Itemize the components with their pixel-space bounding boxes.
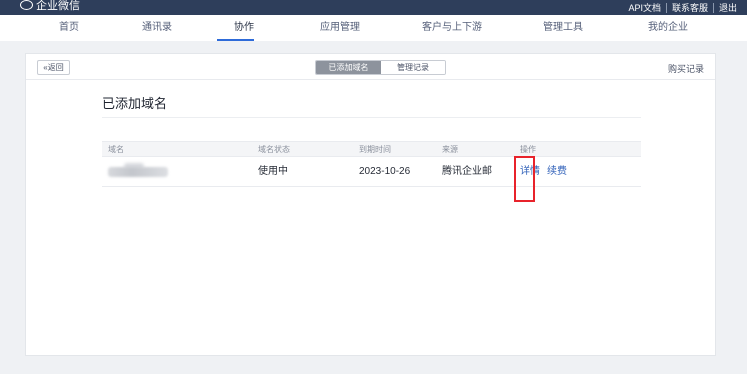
nav-item-app-management[interactable]: 应用管理: [320, 15, 360, 41]
top-links: API文档 联系客服 退出: [623, 0, 742, 15]
view-switcher: 已添加域名 管理记录: [315, 60, 446, 75]
contact-support-link[interactable]: 联系客服: [667, 1, 713, 14]
column-header-expiry: 到期时间: [359, 145, 391, 154]
domain-status: 使用中: [258, 166, 288, 177]
active-tab-indicator: [217, 39, 254, 41]
nav-item-collaboration[interactable]: 协作: [234, 15, 254, 41]
tab-added-domains[interactable]: 已添加域名: [316, 61, 381, 74]
top-bar: 企业微信 API文档 联系客服 退出: [0, 0, 747, 15]
content-toolbar: «返回 已添加域名 管理记录 购买记录: [26, 54, 715, 80]
redacted-domain-value: [108, 167, 168, 177]
column-header-status: 域名状态: [258, 145, 290, 154]
tab-management-records[interactable]: 管理记录: [381, 61, 445, 74]
title-divider: [102, 117, 641, 118]
nav-item-home[interactable]: 首页: [59, 15, 79, 41]
details-highlight-box: [514, 156, 535, 202]
expiry-date: 2023-10-26: [359, 166, 411, 177]
nav-item-contacts[interactable]: 通讯录: [142, 15, 172, 41]
logo-text: 企业微信: [36, 0, 80, 12]
logout-link[interactable]: 退出: [714, 1, 742, 14]
table-header: 域名 域名状态 到期时间 来源 操作: [102, 141, 641, 157]
main-content: «返回 已添加域名 管理记录 购买记录 已添加域名 域名 域名状态 到期时间 来…: [25, 53, 716, 356]
api-docs-link[interactable]: API文档: [623, 1, 666, 14]
nav-item-customers[interactable]: 客户与上下游: [422, 15, 482, 41]
logo[interactable]: 企业微信: [20, 0, 80, 13]
table-row: 使用中 2023-10-26 腾讯企业邮 详情 续费: [102, 157, 641, 187]
nav-item-management-tools[interactable]: 管理工具: [543, 15, 583, 41]
page-title: 已添加域名: [102, 96, 168, 111]
wecom-logo-icon: [20, 0, 33, 10]
column-header-actions: 操作: [520, 145, 536, 154]
main-nav: 首页 通讯录 协作 应用管理 客户与上下游 管理工具 我的企业: [0, 15, 747, 41]
column-header-domain: 域名: [108, 145, 124, 154]
back-button[interactable]: «返回: [37, 60, 70, 75]
renew-link[interactable]: 续费: [547, 157, 567, 187]
nav-item-my-enterprise[interactable]: 我的企业: [648, 15, 688, 41]
domain-source: 腾讯企业邮: [442, 166, 492, 177]
domain-table: 域名 域名状态 到期时间 来源 操作 使用中 2023-10-26 腾讯企业邮 …: [102, 141, 641, 187]
column-header-source: 来源: [442, 145, 458, 154]
purchase-records-link[interactable]: 购买记录: [668, 62, 704, 75]
